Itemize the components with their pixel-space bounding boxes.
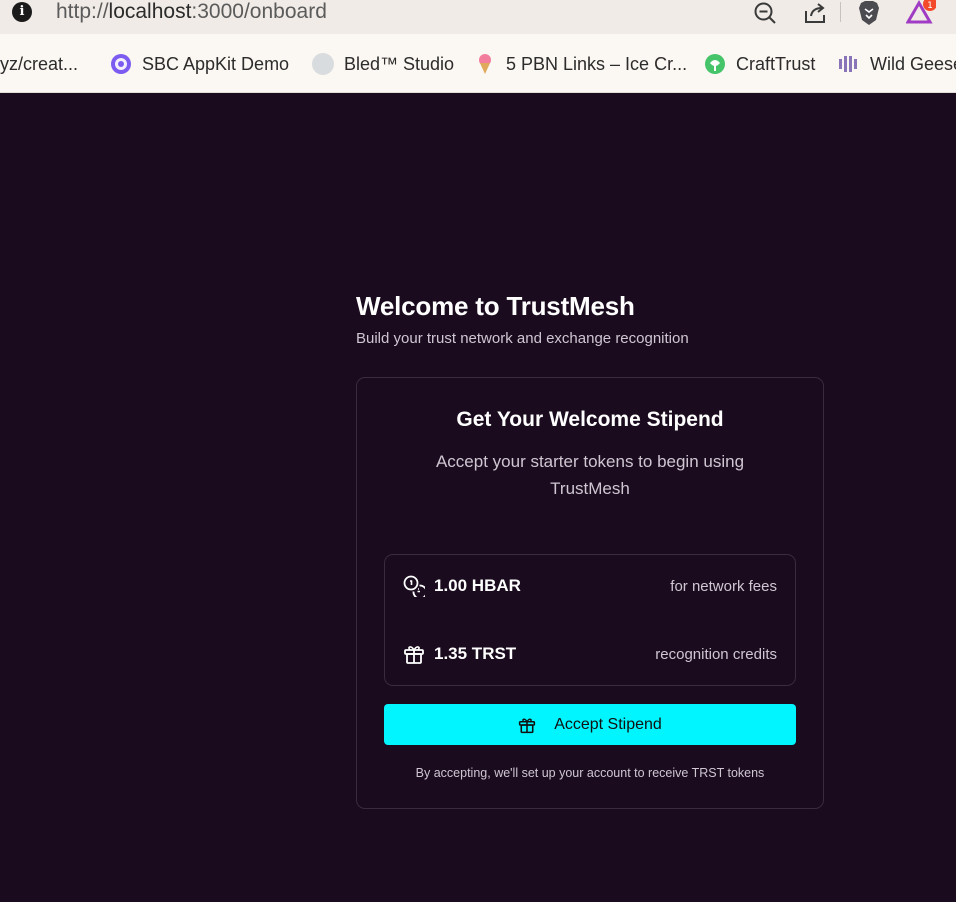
bookmark-creat[interactable]: yz/creat...: [0, 50, 78, 78]
zoom-out-icon[interactable]: [752, 0, 778, 26]
brave-shields-icon[interactable]: [856, 0, 882, 26]
bookmark-crafttrust[interactable]: CraftTrust: [704, 50, 815, 78]
toolbar-divider: [840, 2, 841, 22]
page-subtitle: Build your trust network and exchange re…: [356, 330, 689, 347]
bookmark-label: SBC AppKit Demo: [142, 53, 290, 74]
url-host: localhost: [108, 0, 192, 23]
bookmark-label: Wild Geese: [870, 53, 956, 74]
brave-rewards-icon[interactable]: 1: [904, 0, 938, 26]
bookmark-label: 5 PBN Links – Ice Cr...: [506, 53, 688, 74]
url-field[interactable]: http://localhost:3000/onboard: [56, 0, 327, 24]
accept-stipend-button[interactable]: Accept Stipend: [384, 704, 796, 745]
address-bar: i http://localhost:3000/onboard 1: [0, 0, 956, 34]
accept-footnote: By accepting, we'll set up your account …: [415, 766, 765, 780]
url-path: :3000/onboard: [191, 0, 327, 23]
bookmark-label: CraftTrust: [736, 53, 816, 74]
rewards-panel: 1.00 HBAR for network fees 1.35 TRST rec…: [384, 554, 796, 686]
bookmark-bled-studio[interactable]: Bled™ Studio: [312, 50, 454, 78]
reward-row-hbar: 1.00 HBAR for network fees: [385, 571, 795, 601]
bookmark-pbn-links[interactable]: 5 PBN Links – Ice Cr...: [474, 50, 687, 78]
purple-circle-icon: [110, 53, 132, 75]
gift-icon: [403, 643, 425, 665]
site-info-icon[interactable]: i: [12, 2, 32, 22]
notification-count: 1: [927, 1, 933, 11]
reward-description: for network fees: [670, 577, 777, 595]
wild-geese-icon: [838, 53, 860, 75]
reward-amount: 1.35 TRST: [434, 644, 517, 663]
bookmark-label: yz/creat...: [0, 53, 79, 74]
reward-amount: 1.00 HBAR: [434, 576, 521, 595]
page-title: Welcome to TrustMesh: [356, 291, 635, 321]
card-title: Get Your Welcome Stipend: [456, 408, 724, 431]
gift-icon: [518, 716, 536, 734]
bookmark-wild-geese[interactable]: Wild Geese: [838, 50, 956, 78]
craft-trust-icon: [704, 53, 726, 75]
reward-description: recognition credits: [655, 645, 777, 663]
card-description: Accept your starter tokens to begin usin…: [435, 452, 745, 498]
bookmark-sbc-appkit-demo[interactable]: SBC AppKit Demo: [110, 50, 289, 78]
reward-row-trst: 1.35 TRST recognition credits: [385, 639, 795, 669]
accept-stipend-label: Accept Stipend: [554, 715, 662, 733]
share-icon[interactable]: [802, 0, 828, 26]
ice-cream-icon: [474, 53, 496, 75]
bookmark-label: Bled™ Studio: [344, 53, 455, 74]
bookmarks-bar: yz/creat... SBC AppKit Demo Bled™ Studio…: [0, 34, 956, 93]
coins-icon: [403, 575, 428, 600]
gray-circle-icon: [312, 53, 334, 75]
url-scheme: http://: [56, 0, 109, 23]
